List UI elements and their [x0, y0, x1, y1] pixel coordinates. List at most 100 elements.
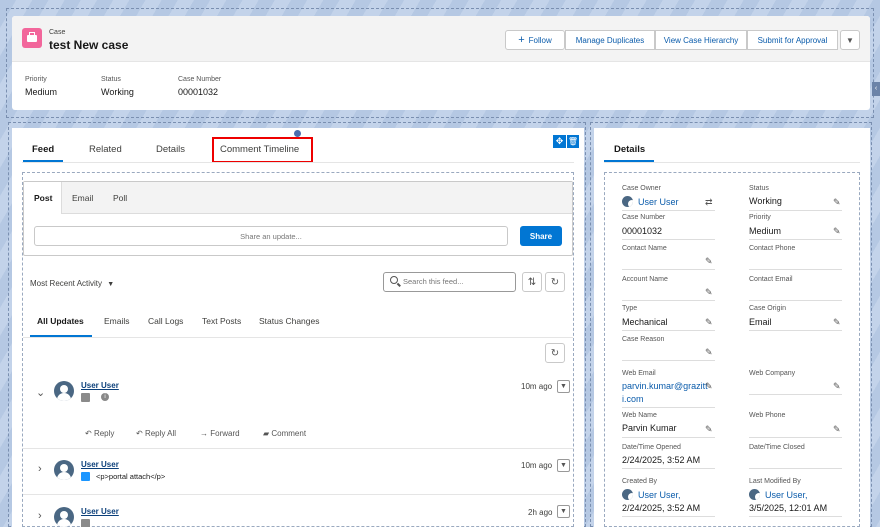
expand-chevron-icon[interactable]: › [38, 463, 42, 475]
feed-search-input[interactable]: Search this feed... [383, 272, 516, 292]
last-modified-date: 3/5/2025, 12:01 AM [749, 503, 828, 513]
field-divider [622, 210, 715, 211]
field-divider [622, 468, 715, 469]
more-actions-chevron-down-icon[interactable]: ▼ [840, 30, 860, 50]
feed-item-user[interactable]: User User [81, 460, 119, 469]
publisher-tab-poll[interactable]: Poll [113, 193, 127, 203]
field-divider [749, 239, 842, 240]
feed-item-user[interactable]: User User [81, 507, 119, 516]
edit-pencil-icon[interactable]: ✎ [833, 381, 841, 392]
field-divider [622, 516, 715, 517]
refresh-icon[interactable]: ↻ [545, 272, 565, 292]
last-modified-user[interactable]: User User, [765, 490, 808, 500]
web-name-label: Web Name [622, 412, 657, 419]
date-closed-label: Date/Time Closed [749, 444, 805, 451]
filter-tab-status-changes[interactable]: Status Changes [259, 316, 319, 326]
forward-action[interactable]: → Forward [200, 429, 240, 438]
web-email-value[interactable]: parvin.kumar@grazitt [622, 381, 708, 391]
share-update-input[interactable]: Share an update... [34, 226, 508, 246]
component-anchor-dot [294, 130, 301, 137]
edit-pencil-icon[interactable]: ✎ [833, 226, 841, 237]
details-title-divider [604, 162, 860, 163]
change-owner-icon[interactable]: ⇄ [705, 197, 713, 208]
field-divider [749, 394, 842, 395]
edit-pencil-icon[interactable]: ✎ [833, 424, 841, 435]
feed-item-user[interactable]: User User [81, 381, 119, 390]
follow-button[interactable]: + Follow [505, 30, 565, 50]
submit-for-approval-button[interactable]: Submit for Approval [747, 30, 838, 50]
web-company-label: Web Company [749, 370, 796, 377]
web-email-label: Web Email [622, 370, 656, 377]
publisher-tab-email[interactable]: Email [72, 193, 93, 203]
case-number-value: 00001032 [622, 226, 663, 236]
avatar [622, 196, 633, 207]
sort-label: Most Recent Activity [30, 279, 103, 288]
reply-icon: ↶ [85, 429, 94, 438]
avatar [54, 507, 74, 527]
edit-pencil-icon[interactable]: ✎ [705, 347, 713, 358]
publisher-tab-post[interactable]: Post [34, 193, 52, 203]
tab-details[interactable]: Details [156, 144, 185, 155]
feed-item-divider [23, 494, 573, 495]
share-button[interactable]: Share [520, 226, 562, 246]
tab-feed[interactable]: Feed [32, 144, 54, 155]
filter-tab-all-updates[interactable]: All Updates [37, 316, 84, 326]
contact-email-label: Contact Email [749, 276, 793, 283]
case-owner-value[interactable]: User User [638, 197, 679, 207]
field-divider [749, 300, 842, 301]
feed-item-menu-chevron-down-icon[interactable]: ▼ [557, 380, 570, 393]
tab-related[interactable]: Related [89, 144, 122, 155]
refresh-feed-icon[interactable]: ↻ [545, 343, 565, 363]
filter-tab-emails[interactable]: Emails [104, 316, 130, 326]
sort-dropdown[interactable]: Most Recent Activity ▼ [30, 279, 114, 288]
edit-pencil-icon[interactable]: ✎ [705, 256, 713, 267]
priority-value: Medium [749, 226, 782, 236]
field-divider [622, 407, 715, 408]
filter-tab-text-posts[interactable]: Text Posts [202, 316, 241, 326]
contact-name-label: Contact Name [622, 245, 667, 252]
email-icon [81, 393, 90, 402]
field-divider [749, 269, 842, 270]
reply-all-action[interactable]: ↶ Reply All [136, 429, 176, 438]
case-icon [22, 28, 42, 48]
field-divider [749, 468, 842, 469]
filter-tab-call-logs[interactable]: Call Logs [148, 316, 183, 326]
edit-pencil-icon[interactable]: ✎ [705, 317, 713, 328]
web-name-value: Parvin Kumar [622, 423, 677, 433]
created-by-user[interactable]: User User, [638, 490, 681, 500]
feed-item-time: 10m ago [521, 461, 553, 470]
edit-pencil-icon[interactable]: ✎ [833, 197, 841, 208]
edit-pencil-icon[interactable]: ✎ [705, 424, 713, 435]
filter-icon[interactable]: ⇅ [522, 272, 542, 292]
collapse-chevron-icon[interactable]: ⌄ [36, 386, 45, 399]
component-drag-handle[interactable]: ✥ [553, 135, 566, 148]
type-value: Mechanical [622, 317, 668, 327]
component-delete-icon[interactable]: 🗑 [567, 135, 579, 148]
follow-label: Follow [528, 35, 552, 45]
status-value: Working [749, 196, 782, 206]
edit-pencil-icon[interactable]: ✎ [705, 287, 713, 298]
feed-item-body: <p>portal attach</p> [96, 472, 166, 481]
priority-value: Medium [25, 87, 58, 97]
comment-label: Comment [271, 429, 307, 438]
priority-label: Priority [749, 214, 771, 221]
manage-duplicates-button[interactable]: Manage Duplicates [565, 30, 655, 50]
case-reason-label: Case Reason [622, 336, 665, 343]
status-label: Status [749, 185, 769, 192]
edit-pencil-icon[interactable]: ✎ [833, 317, 841, 328]
caret-down-icon: ▼ [107, 281, 115, 288]
edit-pencil-icon[interactable]: ✎ [705, 381, 713, 392]
web-email-value-wrap[interactable]: i.com [622, 394, 644, 404]
feed-item-menu-chevron-down-icon[interactable]: ▼ [557, 505, 570, 518]
web-phone-label: Web Phone [749, 412, 786, 419]
record-header: Case test New case + Follow Manage Duplic… [12, 16, 870, 110]
view-case-hierarchy-button[interactable]: View Case Hierarchy [655, 30, 747, 50]
created-by-label: Created By [622, 478, 658, 485]
comment-action[interactable]: ▰ Comment [263, 429, 306, 438]
expand-chevron-icon[interactable]: › [38, 510, 42, 522]
canvas-collapse-handle[interactable]: ‹ [872, 82, 880, 96]
avatar [54, 460, 74, 480]
type-label: Type [622, 305, 638, 312]
reply-action[interactable]: ↶ Reply [85, 429, 114, 438]
feed-item-menu-chevron-down-icon[interactable]: ▼ [557, 459, 570, 472]
